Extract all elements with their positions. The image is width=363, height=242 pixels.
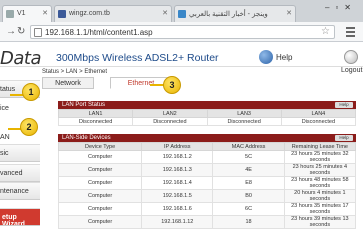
mac-address: 4E xyxy=(212,163,285,177)
browser-tab[interactable]: وينجز - أخبار التقنية بالعربي ✕ xyxy=(174,5,296,22)
forward-icon[interactable]: → xyxy=(6,26,16,38)
close-icon[interactable]: ✕ xyxy=(42,9,48,17)
port-status: Disconnected xyxy=(206,117,282,126)
ip-address: 192.168.1.12 xyxy=(141,215,214,229)
lease-line: seconds xyxy=(309,209,331,215)
port-status: Disconnected xyxy=(280,117,357,126)
ip-address: 192.168.1.3 xyxy=(141,163,214,177)
url-text: 192.168.1.1/html/content1.asp xyxy=(45,28,153,37)
lease-time: 23 hours 35 minutes 17 seconds xyxy=(283,202,357,216)
browser-tab[interactable]: wingz.com.tb ✕ xyxy=(54,5,172,22)
mac-address: 5C xyxy=(212,150,285,164)
device-type: Computer xyxy=(57,176,143,190)
mac-address: 6C xyxy=(212,202,285,216)
breadcrumb: Status > LAN > Ethernet xyxy=(42,69,108,75)
close-icon[interactable]: ✕ xyxy=(162,9,168,17)
bookmark-star-icon[interactable]: ☆ xyxy=(321,26,330,37)
ip-address: 192.168.1.2 xyxy=(141,150,214,164)
devices-table: Device Type IP Address MAC Address Remai… xyxy=(57,142,357,229)
mac-address: 18 xyxy=(212,215,285,229)
lease-line: seconds xyxy=(309,170,331,176)
reload-icon[interactable]: ↻ xyxy=(17,26,25,38)
table-row: Computer 192.168.1.2 5C 23 hours 25 minu… xyxy=(57,150,357,164)
port-status: Disconnected xyxy=(132,117,208,126)
column-header: MAC Address xyxy=(212,142,285,151)
lan-side-devices-panel: LAN-Side Devices Help Device Type IP Add… xyxy=(57,134,357,229)
table-row: Computer 192.168.1.5 B0 20 hours 4 minut… xyxy=(57,189,357,203)
lease-time: 23 hours 39 minutes 13 seconds xyxy=(283,215,357,229)
panel-title: LAN-Side Devices xyxy=(62,135,111,141)
lease-line: seconds xyxy=(309,183,331,189)
lan-port-table: LAN1 LAN2 LAN3 LAN4 Disconnected Disconn… xyxy=(57,109,357,126)
lease-line: 20 hours 4 minutes 1 seconds xyxy=(294,190,346,202)
column-header: LAN4 xyxy=(280,109,357,118)
device-type: Computer xyxy=(57,163,143,177)
browser-tab-title: V1 xyxy=(17,10,26,17)
page-tabs: Network Ethernet xyxy=(42,77,360,90)
logout-icon[interactable] xyxy=(344,50,358,64)
facebook-icon xyxy=(58,10,66,18)
column-header: LAN1 xyxy=(57,109,134,118)
table-row: Computer 192.168.1.4 E8 23 hours 48 minu… xyxy=(57,176,357,190)
device-type: Computer xyxy=(57,189,143,203)
ip-address: 192.168.1.5 xyxy=(141,189,214,203)
annotation-badge-1: 1 xyxy=(22,83,40,101)
mac-address: E8 xyxy=(212,176,285,190)
help-link[interactable]: Help xyxy=(276,53,292,62)
ip-address: 192.168.1.4 xyxy=(141,176,214,190)
sidebar: tatus ice AN sic vanced ntenance etup Wi… xyxy=(0,78,40,242)
lan-port-status-panel: LAN Port Status Help LAN1 LAN2 LAN3 LAN4… xyxy=(57,101,357,126)
help-icon[interactable] xyxy=(259,50,273,64)
url-input[interactable]: 192.168.1.1/html/content1.asp ☆ xyxy=(30,25,335,39)
setup-wizard-button[interactable]: etup Wizard xyxy=(0,208,40,226)
column-header: Remaining Lease Time xyxy=(283,142,357,151)
lease-time: 23 hours 25 minutes 32 seconds xyxy=(283,150,357,164)
annotation-badge-3: 3 xyxy=(163,76,181,94)
table-row: Computer 192.168.1.6 6C 23 hours 35 minu… xyxy=(57,202,357,216)
sidebar-item-advanced[interactable]: vanced xyxy=(0,164,40,182)
sidebar-item-maintenance[interactable]: ntenance xyxy=(0,182,40,200)
router-title: 300Mbps Wireless ADSL2+ Router xyxy=(56,52,219,64)
close-icon[interactable]: ✕ xyxy=(286,9,292,17)
tab-network[interactable]: Network xyxy=(42,77,94,89)
help-button[interactable]: Help xyxy=(335,135,353,141)
browser-tabstrip: V1 ✕ wingz.com.tb ✕ وينجز - أخبار التقني… xyxy=(0,0,363,22)
annotation-pointer xyxy=(150,84,164,86)
panel-title: LAN Port Status xyxy=(62,102,106,108)
lease-time: 23 hours 48 minutes 58 seconds xyxy=(283,176,357,190)
page-icon xyxy=(6,10,14,18)
panel-header: LAN-Side Devices Help xyxy=(58,134,356,142)
header-divider xyxy=(0,66,363,67)
lease-time: 20 hours 4 minutes 1 seconds xyxy=(283,189,357,203)
column-header: LAN2 xyxy=(132,109,208,118)
browser-tab-active[interactable]: V1 ✕ xyxy=(2,5,52,22)
ip-address: 192.168.1.6 xyxy=(141,202,214,216)
lease-line: seconds xyxy=(309,222,331,228)
table-row: Computer 192.168.1.3 4E 23 hours 25 minu… xyxy=(57,163,357,177)
annotation-badge-2: 2 xyxy=(20,118,38,136)
browser-tab-title: وينجز - أخبار التقنية بالعربي xyxy=(189,11,268,18)
sidebar-item-device[interactable]: ice xyxy=(0,100,40,118)
lease-line: seconds xyxy=(309,157,331,163)
column-header: Device Type xyxy=(57,142,143,151)
table-row: Computer 192.168.1.12 18 23 hours 39 min… xyxy=(57,215,357,229)
site-icon xyxy=(178,10,186,18)
column-header: IP Address xyxy=(141,142,214,151)
device-type: Computer xyxy=(57,202,143,216)
lease-time: 23 hours 25 minutes 4 seconds xyxy=(283,163,357,177)
browser-tab-title: wingz.com.tb xyxy=(69,10,110,17)
address-bar: → ↻ 192.168.1.1/html/content1.asp ☆ xyxy=(0,22,363,42)
column-header: LAN3 xyxy=(206,109,282,118)
menu-icon[interactable] xyxy=(346,27,355,39)
page-icon xyxy=(34,28,42,37)
mac-address: B0 xyxy=(212,189,285,203)
sidebar-item-basic[interactable]: sic xyxy=(0,144,40,162)
help-button[interactable]: Help xyxy=(335,102,353,108)
panel-header: LAN Port Status Help xyxy=(58,101,356,109)
device-type: Computer xyxy=(57,215,143,229)
port-status: Disconnected xyxy=(57,117,134,126)
logout-link[interactable]: Logout xyxy=(341,67,362,74)
device-type: Computer xyxy=(57,150,143,164)
window-controls[interactable]: –▫✕ xyxy=(325,3,357,12)
